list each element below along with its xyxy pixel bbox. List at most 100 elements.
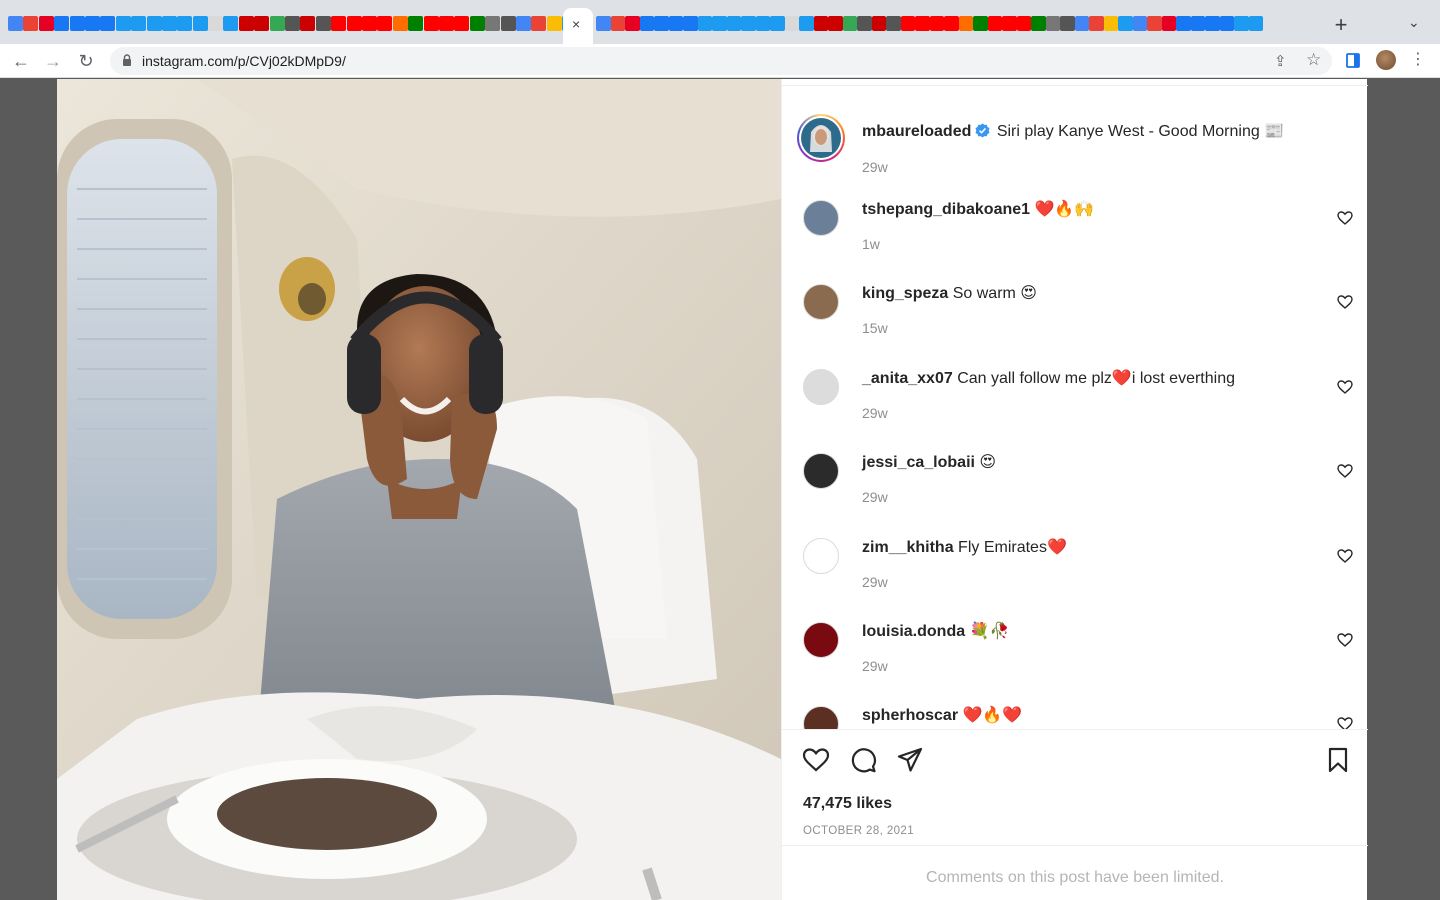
tab-favicon[interactable] <box>755 16 770 31</box>
commenter-avatar[interactable] <box>803 284 839 321</box>
tab-favicon[interactable] <box>346 16 362 31</box>
tab-favicon[interactable] <box>1205 16 1220 31</box>
tab-favicon[interactable] <box>146 16 162 31</box>
tab-favicon[interactable] <box>254 16 270 31</box>
tab-favicon[interactable] <box>500 16 516 31</box>
share-icon[interactable]: ⇪ <box>1274 52 1287 70</box>
tab-favicon[interactable] <box>712 16 727 31</box>
comment-like-heart-icon[interactable] <box>1337 716 1353 729</box>
commenter-username[interactable]: tshepang_dibakoane1 <box>862 201 1030 218</box>
tab-favicon[interactable] <box>454 16 470 31</box>
tab-favicon[interactable] <box>1161 16 1176 31</box>
commenter-avatar[interactable] <box>803 622 839 658</box>
caption-time[interactable]: 29w <box>862 159 888 175</box>
tab-favicon[interactable] <box>546 16 562 31</box>
tab-favicon[interactable] <box>38 16 54 31</box>
tab-favicon[interactable] <box>842 16 857 31</box>
comment-time[interactable]: 29w <box>862 405 888 421</box>
tab-favicon[interactable] <box>1089 16 1104 31</box>
new-tab-button[interactable]: + <box>1330 12 1352 38</box>
comment-time[interactable]: 29w <box>862 574 888 590</box>
tab-favicon[interactable] <box>770 16 785 31</box>
tab-favicon[interactable] <box>69 16 85 31</box>
tab-favicon[interactable] <box>784 16 799 31</box>
save-bookmark-icon[interactable] <box>1324 746 1352 774</box>
comment-like-heart-icon[interactable] <box>1337 632 1353 648</box>
tab-favicon[interactable] <box>515 16 531 31</box>
tab-favicon[interactable] <box>1147 16 1162 31</box>
tab-favicon[interactable] <box>973 16 988 31</box>
tab-favicon[interactable] <box>361 16 377 31</box>
comment-like-heart-icon[interactable] <box>1337 294 1353 310</box>
tab-favicon[interactable] <box>886 16 901 31</box>
reload-button[interactable]: ↻ <box>75 50 97 72</box>
modal-overlay-right[interactable] <box>1367 79 1440 900</box>
forward-button[interactable]: → <box>42 50 64 72</box>
tab-favicon[interactable] <box>944 16 959 31</box>
commenter-avatar[interactable] <box>803 537 839 574</box>
tab-favicon[interactable] <box>84 16 100 31</box>
comment-like-heart-icon[interactable] <box>1337 210 1353 226</box>
tab-favicon[interactable] <box>610 16 625 31</box>
comment-time[interactable]: 15w <box>862 320 888 336</box>
commenter-avatar[interactable] <box>803 368 839 405</box>
tab-favicon[interactable] <box>697 16 712 31</box>
tab-favicon[interactable] <box>1103 16 1118 31</box>
commenter-username[interactable]: _anita_xx07 <box>862 370 953 387</box>
comments-list[interactable]: mbaureloaded Siri play Kanye West - Good… <box>782 87 1368 729</box>
share-paper-plane-icon[interactable] <box>896 746 924 774</box>
tab-favicon[interactable] <box>1176 16 1191 31</box>
tab-favicon[interactable] <box>408 16 424 31</box>
tab-favicon[interactable] <box>208 16 224 31</box>
extension-icon[interactable] <box>1345 52 1363 70</box>
tab-favicon[interactable] <box>161 16 177 31</box>
tab-favicon[interactable] <box>1045 16 1060 31</box>
commenter-username[interactable]: king_speza <box>862 285 948 302</box>
post-date[interactable]: OCTOBER 28, 2021 <box>803 825 914 837</box>
tab-favicon[interactable] <box>315 16 331 31</box>
tab-favicon[interactable] <box>223 16 239 31</box>
tab-favicon[interactable] <box>192 16 208 31</box>
tab-favicon[interactable] <box>485 16 501 31</box>
bookmark-star-icon[interactable]: ☆ <box>1306 50 1321 70</box>
url-text[interactable]: instagram.com/p/CVj02kDMpD9/ <box>142 53 346 69</box>
tab-favicon[interactable] <box>300 16 316 31</box>
tab-favicon[interactable] <box>1248 16 1263 31</box>
tab-favicon[interactable] <box>654 16 669 31</box>
tab-favicon[interactable] <box>23 16 39 31</box>
tab-favicon[interactable] <box>238 16 254 31</box>
modal-overlay-left[interactable] <box>0 79 57 900</box>
tab-favicon[interactable] <box>639 16 654 31</box>
author-avatar[interactable] <box>797 114 845 162</box>
comment-like-heart-icon[interactable] <box>1337 463 1353 479</box>
browser-menu-icon[interactable]: ⋮ <box>1410 49 1426 69</box>
tab-favicon[interactable] <box>1002 16 1017 31</box>
commenter-username[interactable]: jessi_ca_lobaii <box>862 454 975 471</box>
tab-favicon[interactable] <box>929 16 944 31</box>
comment-time[interactable]: 1w <box>862 236 880 252</box>
tab-favicon[interactable] <box>1031 16 1046 31</box>
commenter-username[interactable]: louisia.donda <box>862 623 965 640</box>
comment-time[interactable]: 29w <box>862 489 888 505</box>
tab-favicon[interactable] <box>668 16 683 31</box>
tab-favicon[interactable] <box>871 16 886 31</box>
close-tab-icon[interactable]: × <box>572 16 580 32</box>
tab-favicon[interactable] <box>958 16 973 31</box>
tab-favicon[interactable] <box>625 16 640 31</box>
commenter-username[interactable]: zim__khitha <box>862 539 954 556</box>
tab-favicon[interactable] <box>377 16 393 31</box>
tab-favicon[interactable] <box>813 16 828 31</box>
comment-time[interactable]: 29w <box>862 658 888 674</box>
tab-favicon[interactable] <box>987 16 1002 31</box>
comment-bubble-icon[interactable] <box>849 746 877 774</box>
tab-favicon[interactable] <box>269 16 285 31</box>
tab-favicon[interactable] <box>423 16 439 31</box>
tab-favicon[interactable] <box>469 16 485 31</box>
tab-favicon[interactable] <box>1132 16 1147 31</box>
like-heart-icon[interactable] <box>802 746 830 774</box>
tab-favicon[interactable] <box>392 16 408 31</box>
tab-favicon[interactable] <box>131 16 147 31</box>
tab-favicon[interactable] <box>54 16 70 31</box>
tab-favicon[interactable] <box>438 16 454 31</box>
likes-count[interactable]: 47,475 likes <box>803 795 892 813</box>
